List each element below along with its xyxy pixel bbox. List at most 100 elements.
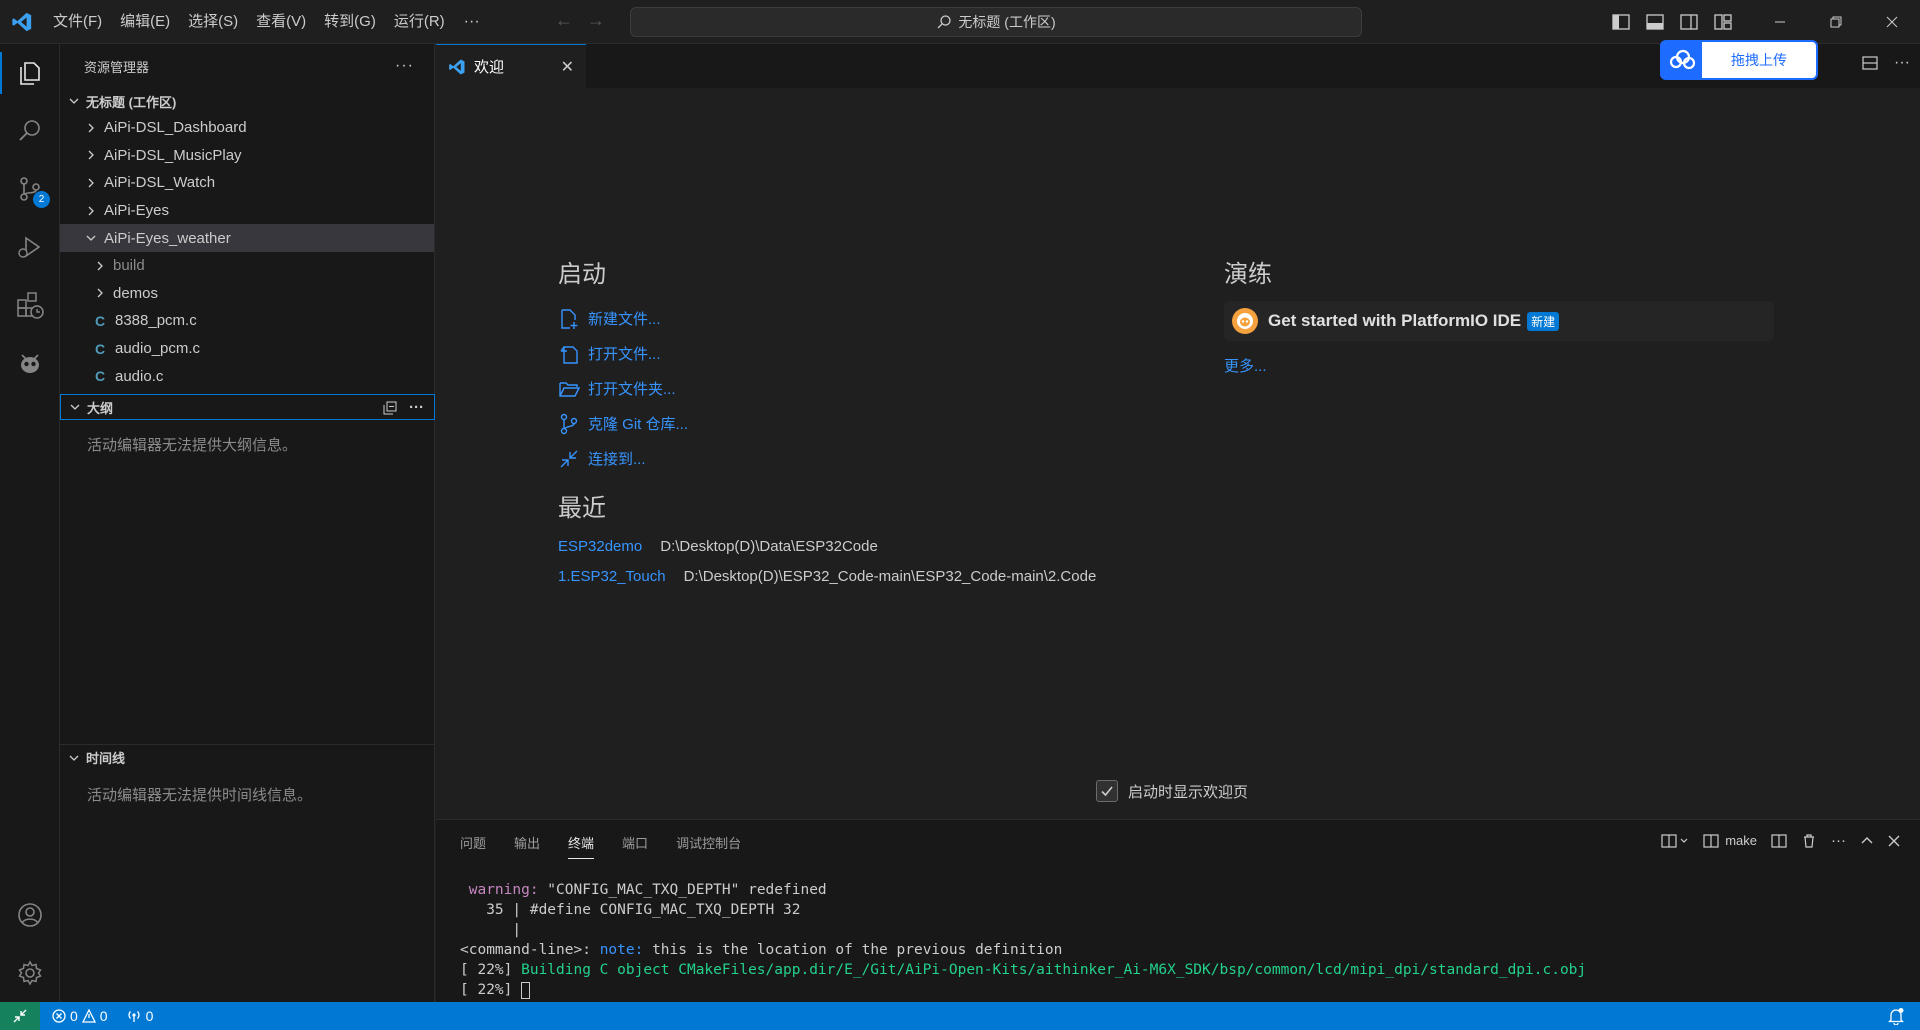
chevron-right-icon [91,287,109,299]
tab-welcome-label: 欢迎 [474,59,505,76]
chevron-down-icon [67,401,83,413]
startup-checkbox[interactable] [1096,780,1118,802]
folder-item[interactable]: AiPi-DSL_Watch [60,169,434,197]
file-item[interactable]: Caudio.c [60,362,434,390]
open-folder-link[interactable]: 打开文件夹... [558,371,1096,406]
command-line-prefix: <command-line>: [460,942,600,958]
terminal-instance[interactable]: make [1703,833,1757,849]
forward-arrow-icon[interactable]: → [587,10,605,31]
terminal-line: | [460,922,522,938]
kill-terminal-trash-icon[interactable] [1801,833,1817,849]
close-icon[interactable]: ✕ [561,57,574,77]
open-file-link[interactable]: 打开文件... [558,336,1096,371]
tab-problems[interactable]: 问题 [460,833,486,852]
platformio-alien-icon[interactable] [0,334,60,392]
accounts-icon[interactable] [0,886,60,944]
connect-to-link[interactable]: 连接到... [558,441,1096,476]
tab-debug-console[interactable]: 调试控制台 [676,833,741,852]
chevron-down-icon [66,95,82,107]
menu-view[interactable]: 查看(V) [247,7,315,37]
chevron-right-icon [82,205,100,217]
new-terminal-split-icon[interactable] [1661,833,1689,849]
tab-terminal[interactable]: 终端 [568,833,595,859]
close-window-icon[interactable] [1864,0,1920,44]
tab-ports[interactable]: 端口 [622,833,648,852]
explorer-title: 资源管理器 [84,59,150,75]
timeline-section-header[interactable]: 时间线 [60,744,435,770]
terminal-output[interactable]: warning: "CONFIG_MAC_TXQ_DEPTH" redefine… [460,880,1586,1000]
menu-go[interactable]: 转到(G) [315,7,385,37]
show-welcome-on-startup[interactable]: 启动时显示欢迎页 [1096,780,1248,802]
run-debug-icon[interactable] [0,218,60,276]
outline-more-button[interactable]: ··· [409,399,424,416]
tab-welcome[interactable]: 欢迎 ✕ [436,44,586,88]
new-file-link[interactable]: 新建文件... [558,301,1096,336]
folder-item[interactable]: AiPi-DSL_MusicPlay [60,142,434,170]
source-control-icon[interactable]: 2 [0,160,60,218]
upload-button[interactable]: 拖拽上传 [1660,40,1818,80]
upload-label: 拖拽上传 [1731,52,1787,68]
error-count: 0 [70,1008,78,1024]
menu-file[interactable]: 文件(F) [44,7,111,37]
menu-run[interactable]: 运行(R) [385,7,454,37]
split-terminal-icon[interactable] [1771,833,1787,849]
explorer-icon[interactable] [0,44,60,102]
recent-item[interactable]: 1.ESP32_Touch D:\Desktop(D)\ESP32_Code-m… [558,561,1096,591]
tree-item-label: audio.c [115,367,164,385]
clone-git-link[interactable]: 克隆 Git 仓库... [558,406,1096,441]
new-badge: 新建 [1527,311,1560,331]
menu-edit[interactable]: 编辑(E) [111,7,179,37]
panel-actions: make ··· [1661,832,1900,849]
recent-item-name[interactable]: ESP32demo [558,538,642,555]
menu-selection[interactable]: 选择(S) [179,7,247,37]
problems-status[interactable]: 0 0 [52,1008,108,1024]
folder-item[interactable]: build [60,252,434,280]
file-item[interactable]: Caudio_pcm.c [60,335,434,363]
extensions-icon[interactable] [0,276,60,334]
search-view-icon[interactable] [0,102,60,160]
panel-more-button[interactable]: ··· [1831,832,1846,849]
editor-more-button[interactable]: ··· [1894,54,1910,72]
git-branch-icon [558,413,588,435]
chevron-down-icon [82,232,100,244]
toggle-secondary-sidebar-icon[interactable] [1674,7,1704,37]
settings-gear-icon[interactable] [0,944,60,1002]
recent-item[interactable]: ESP32demo D:\Desktop(D)\Data\ESP32Code [558,531,1096,561]
tree-item-label: AiPi-Eyes_weather [104,229,231,247]
more-walkthroughs-link[interactable]: 更多... [1224,355,1774,376]
split-editor-icon[interactable] [1862,55,1878,71]
outline-section-header[interactable]: 大纲 ··· [60,394,435,420]
remote-indicator-icon[interactable] [0,1002,40,1030]
toggle-sidebar-icon[interactable] [1606,7,1636,37]
warning-text: "CONFIG_MAC_TXQ_DEPTH" redefined [538,882,827,898]
connect-to-label: 连接到... [588,451,646,468]
collapse-all-icon[interactable] [383,401,397,415]
tab-output[interactable]: 输出 [514,833,540,852]
note-text: this is the location of the previous def… [643,942,1063,958]
close-panel-icon[interactable] [1888,835,1900,847]
ports-status[interactable]: 0 [126,1008,153,1024]
customize-layout-icon[interactable] [1708,7,1738,37]
minimize-icon[interactable] [1752,0,1808,44]
back-arrow-icon[interactable]: ← [555,10,573,31]
chevron-right-icon [82,122,100,134]
folder-item[interactable]: AiPi-DSL_Dashboard [60,114,434,142]
folder-item[interactable]: AiPi-Eyes [60,197,434,225]
terminal-name: make [1725,833,1757,848]
recent-title: 最近 [558,495,606,522]
tree-item-label: audio_pcm.c [115,340,201,358]
toggle-panel-icon[interactable] [1640,7,1670,37]
tree-item-label: 8388_pcm.c [115,312,197,330]
workspace-section-header[interactable]: 无标题 (工作区) [60,88,434,114]
explorer-more-button[interactable]: ··· [395,57,414,75]
menu-more-button[interactable]: ··· [454,13,490,31]
recent-item-name[interactable]: 1.ESP32_Touch [558,568,666,585]
maximize-panel-icon[interactable] [1860,834,1874,848]
command-center[interactable]: 无标题 (工作区) [630,7,1362,37]
folder-item[interactable]: demos [60,280,434,308]
folder-item[interactable]: AiPi-Eyes_weather [60,224,434,252]
restore-icon[interactable] [1808,0,1864,44]
platformio-walkthrough-card[interactable]: Get started with PlatformIO IDE 新建 [1224,301,1774,341]
notifications-bell-icon[interactable] [1888,1007,1904,1025]
file-item[interactable]: C 8388_pcm.c [60,307,434,335]
